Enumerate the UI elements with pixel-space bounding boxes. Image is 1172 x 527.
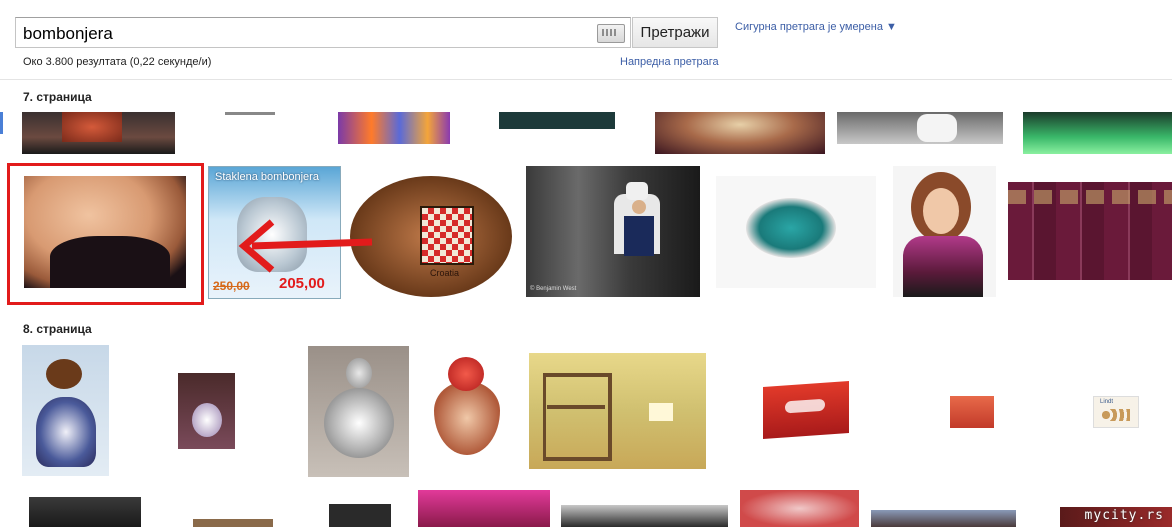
image-thumbnail[interactable] xyxy=(561,505,728,527)
scroll-indicator xyxy=(0,112,3,134)
image-thumbnail[interactable] xyxy=(22,112,175,154)
image-thumbnail[interactable] xyxy=(837,112,1003,144)
safesearch-dropdown[interactable]: Сигурна претрага је умерена ▼ xyxy=(735,21,897,33)
watermark: mycity.rs xyxy=(1084,508,1164,523)
search-query-text: bombonjera xyxy=(23,24,113,43)
image-thumbnail[interactable] xyxy=(529,353,706,469)
page-8-heading: 8. страница xyxy=(23,322,92,336)
old-price: 250,00 xyxy=(213,279,250,293)
image-thumbnail[interactable] xyxy=(428,353,505,466)
image-thumbnail[interactable] xyxy=(329,504,391,527)
image-thumbnail[interactable]: © Benjamin West xyxy=(526,166,700,297)
image-thumbnail[interactable] xyxy=(1008,182,1172,280)
search-button[interactable]: Претражи xyxy=(632,17,718,48)
arrow-annotation xyxy=(238,219,373,273)
image-thumbnail[interactable]: Lindt xyxy=(1093,396,1139,428)
thumbnail-caption: Croatia xyxy=(430,268,460,278)
search-input[interactable]: bombonjera xyxy=(15,17,631,48)
page-7-heading: 7. страница xyxy=(23,90,92,104)
image-thumbnail[interactable] xyxy=(950,396,994,428)
image-thumbnail[interactable] xyxy=(740,490,859,527)
image-thumbnail[interactable] xyxy=(1023,112,1172,154)
keyboard-icon[interactable] xyxy=(597,24,625,43)
image-thumbnail[interactable] xyxy=(22,345,109,476)
advanced-search-link[interactable]: Напредна претрага xyxy=(620,56,719,68)
image-thumbnail[interactable] xyxy=(29,497,141,527)
image-thumbnail[interactable] xyxy=(193,519,273,527)
thumbnail-caption: Staklena bombonjera xyxy=(215,171,319,183)
new-price: 205,00 xyxy=(279,275,325,292)
image-thumbnail[interactable] xyxy=(178,373,235,449)
thumbnail-caption: Lindt xyxy=(1100,399,1114,405)
thumbnail-caption: © Benjamin West xyxy=(530,286,577,292)
image-thumbnail[interactable] xyxy=(338,112,450,144)
image-thumbnail[interactable] xyxy=(308,346,409,477)
image-thumbnail[interactable] xyxy=(225,112,275,115)
image-thumbnail[interactable] xyxy=(655,112,825,154)
image-thumbnail[interactable] xyxy=(763,380,849,440)
image-thumbnail[interactable] xyxy=(716,176,876,288)
image-thumbnail[interactable] xyxy=(871,510,1016,527)
highlighted-thumbnail[interactable] xyxy=(7,163,204,305)
result-stats: Око 3.800 резултата (0,22 секунде/и) xyxy=(23,56,212,68)
header-divider xyxy=(0,79,1172,80)
image-thumbnail[interactable] xyxy=(499,112,615,129)
image-thumbnail[interactable] xyxy=(418,490,550,527)
image-thumbnail[interactable] xyxy=(893,166,996,297)
